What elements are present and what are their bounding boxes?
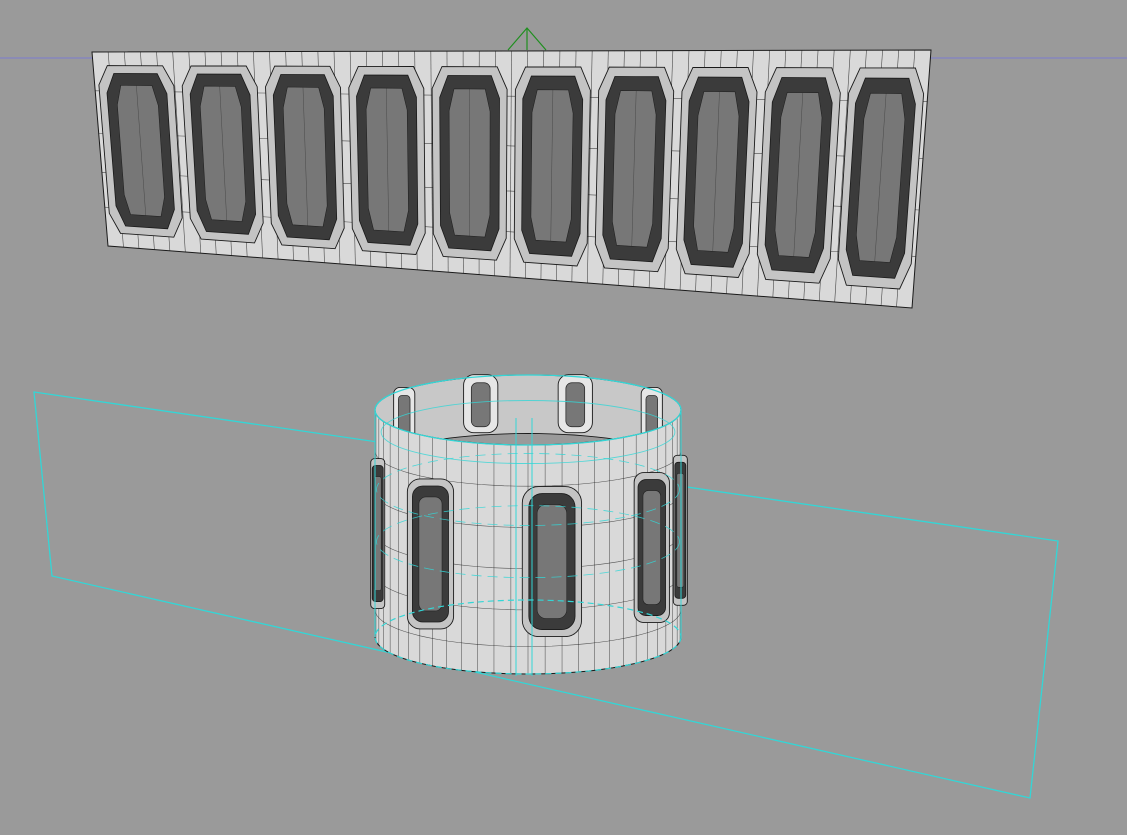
cylinder-outer-slot <box>521 486 583 638</box>
slotted-cylinder[interactable] <box>370 374 688 676</box>
panel-slot <box>181 65 264 244</box>
panel-slot <box>348 65 426 255</box>
panel-slot <box>98 65 183 238</box>
cylinder-inner-slot <box>557 374 593 434</box>
cylinder-outer-slot <box>406 478 455 630</box>
cylinder-outer-slot <box>672 454 688 606</box>
cylinder-inner-slot <box>463 374 499 434</box>
outer-slot-floor <box>676 472 685 588</box>
panel-slot <box>513 66 591 267</box>
cylinder-outer-slot <box>370 458 386 610</box>
viewport-canvas[interactable] <box>0 0 1127 835</box>
panel-slot <box>431 66 508 261</box>
panel-slot <box>837 67 925 290</box>
outer-slot-floor <box>642 490 661 605</box>
inner-slot-floor <box>565 382 586 428</box>
panel-slot <box>756 67 841 284</box>
panel-slot <box>675 66 758 278</box>
panel-slot <box>265 65 345 250</box>
panel-slot <box>594 66 675 273</box>
inner-slot-floor <box>470 382 491 428</box>
cylinder-outer-slot <box>633 472 670 624</box>
3d-viewport[interactable] <box>0 0 1127 835</box>
axis-gizmo-icon <box>507 27 547 51</box>
flat-slotted-panel[interactable] <box>91 49 932 309</box>
